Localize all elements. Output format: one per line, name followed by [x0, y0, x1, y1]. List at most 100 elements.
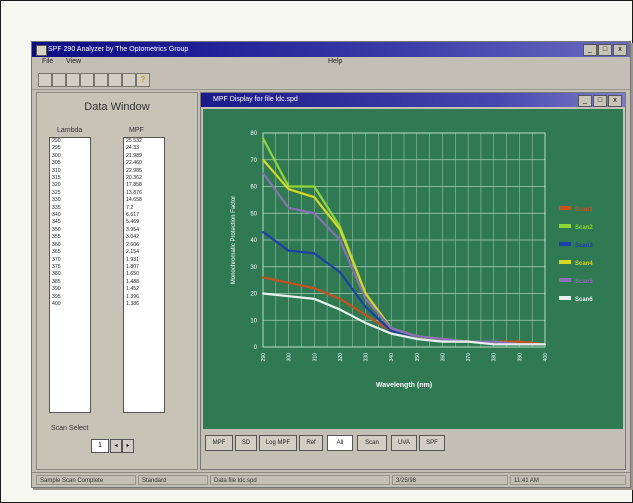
x-tick-label: 400 — [543, 353, 549, 362]
maximize-button[interactable]: □ — [598, 44, 612, 56]
list-item[interactable]: 17.858 — [124, 182, 164, 189]
list-item[interactable]: 1.488 — [124, 279, 164, 286]
data-point — [390, 330, 393, 332]
list-item[interactable]: 7.2 — [124, 205, 164, 212]
data-point — [390, 332, 393, 335]
scan-up-button[interactable]: ▸ — [122, 439, 134, 453]
scan-button[interactable]: Scan — [357, 435, 387, 451]
plot-titlebar[interactable]: MPF Display for file ldc.spd _ □ x — [201, 93, 625, 107]
scan-select-input[interactable]: 1 — [91, 439, 109, 453]
sd-button[interactable]: SD — [235, 435, 257, 451]
list-item[interactable]: 3.954 — [124, 227, 164, 234]
y-tick-label: 0 — [254, 345, 258, 351]
plot-minimize-button[interactable]: _ — [578, 95, 592, 107]
open-icon[interactable] — [38, 73, 52, 87]
scan-all-input[interactable]: All — [327, 435, 353, 451]
list-item[interactable]: 1.931 — [124, 257, 164, 264]
list-item[interactable]: 310 — [50, 168, 90, 175]
legend-label: Scan2 — [575, 225, 593, 231]
uva-button[interactable]: UVA — [391, 435, 417, 451]
scan-icon[interactable] — [122, 73, 136, 87]
data-point — [390, 327, 393, 330]
list-item[interactable]: 22.460 — [124, 160, 164, 167]
list-item[interactable]: 3.042 — [124, 234, 164, 241]
menubar: File View Help — [32, 57, 630, 69]
list-item[interactable]: 290 — [50, 138, 90, 145]
data-window: Data Window Lambda MPF 290 295 300 305 310 31… — [36, 92, 198, 470]
list-item[interactable]: 1.452 — [124, 286, 164, 293]
mpf-list[interactable]: 25.532 24.33 21.989 22.460 22.985 20.362 17.85… — [123, 137, 165, 413]
list-item[interactable]: 340 — [50, 212, 90, 219]
list-item[interactable]: 360 — [50, 242, 90, 249]
print-icon[interactable] — [66, 73, 80, 87]
save-icon[interactable] — [52, 73, 66, 87]
y-tick-label: 60 — [250, 185, 257, 191]
list-item[interactable]: 390 — [50, 286, 90, 293]
app-titlebar[interactable]: SPF 290 Analyzer by The Optometrics Grou… — [32, 42, 630, 57]
list-item[interactable]: 25.532 — [124, 138, 164, 145]
list-item[interactable]: 365 — [50, 249, 90, 256]
y-tick-label: 40 — [250, 238, 257, 244]
toolbar: ? — [32, 69, 630, 90]
x-tick-label: 390 — [517, 353, 523, 362]
list-item[interactable]: 295 — [50, 145, 90, 152]
data-point — [518, 340, 521, 343]
data-point — [544, 343, 546, 346]
ref-button[interactable]: Ref — [299, 435, 323, 451]
list-item[interactable]: 345 — [50, 219, 90, 226]
paste-icon[interactable] — [108, 73, 122, 87]
data-point — [415, 335, 418, 338]
menu-help[interactable]: Help — [328, 58, 342, 65]
minimize-button[interactable]: _ — [583, 44, 597, 56]
list-item[interactable]: 6.617 — [124, 212, 164, 219]
list-item[interactable]: 305 — [50, 160, 90, 167]
lambda-list[interactable]: 290 295 300 305 310 315 320 325 330 335 340 345 350 3… — [49, 137, 91, 413]
list-item[interactable]: 330 — [50, 197, 90, 204]
list-item[interactable]: 2.154 — [124, 249, 164, 256]
plot-maximize-button[interactable]: □ — [593, 95, 607, 107]
list-item[interactable]: 22.985 — [124, 168, 164, 175]
list-item[interactable]: 400 — [50, 301, 90, 308]
list-item[interactable]: 350 — [50, 227, 90, 234]
list-item[interactable]: 385 — [50, 279, 90, 286]
x-tick-label: 360 — [440, 353, 446, 362]
list-item[interactable]: 1.386 — [124, 301, 164, 308]
list-item[interactable]: 21.989 — [124, 153, 164, 160]
menu-view[interactable]: View — [66, 58, 81, 65]
list-item[interactable]: 370 — [50, 257, 90, 264]
x-tick-label: 290 — [261, 353, 267, 362]
list-item[interactable]: 2.606 — [124, 242, 164, 249]
list-item[interactable]: 335 — [50, 205, 90, 212]
list-item[interactable]: 20.362 — [124, 175, 164, 182]
close-button[interactable]: x — [613, 44, 627, 56]
list-item[interactable]: 315 — [50, 175, 90, 182]
list-item[interactable]: 14.658 — [124, 197, 164, 204]
cut-icon[interactable] — [80, 73, 94, 87]
spf-button[interactable]: SPF — [419, 435, 445, 451]
help-icon[interactable]: ? — [136, 73, 150, 87]
mpf-button[interactable]: MPF — [205, 435, 233, 451]
list-item[interactable]: 1.807 — [124, 264, 164, 271]
list-item[interactable]: 325 — [50, 190, 90, 197]
legend-label: Scan5 — [575, 279, 593, 285]
list-item[interactable]: 1.650 — [124, 271, 164, 278]
list-item[interactable]: 375 — [50, 264, 90, 271]
list-item[interactable]: 380 — [50, 271, 90, 278]
data-point — [364, 297, 367, 300]
menu-file[interactable]: File — [42, 58, 53, 65]
log-mpf-button[interactable]: Log MPF — [259, 435, 297, 451]
legend-swatch — [559, 242, 571, 246]
list-item[interactable]: 300 — [50, 153, 90, 160]
list-item[interactable]: 395 — [50, 294, 90, 301]
plot-title: MPF Display for file ldc.spd — [213, 96, 298, 103]
list-item[interactable]: 5.469 — [124, 219, 164, 226]
list-item[interactable]: 13.876 — [124, 190, 164, 197]
plot-close-button[interactable]: x — [608, 95, 622, 107]
list-item[interactable]: 320 — [50, 182, 90, 189]
list-item[interactable]: 24.33 — [124, 145, 164, 152]
list-item[interactable]: 1.396 — [124, 294, 164, 301]
copy-icon[interactable] — [94, 73, 108, 87]
status-file: Data file ldc.spd — [210, 475, 390, 485]
scan-down-button[interactable]: ◂ — [110, 439, 122, 453]
list-item[interactable]: 355 — [50, 234, 90, 241]
